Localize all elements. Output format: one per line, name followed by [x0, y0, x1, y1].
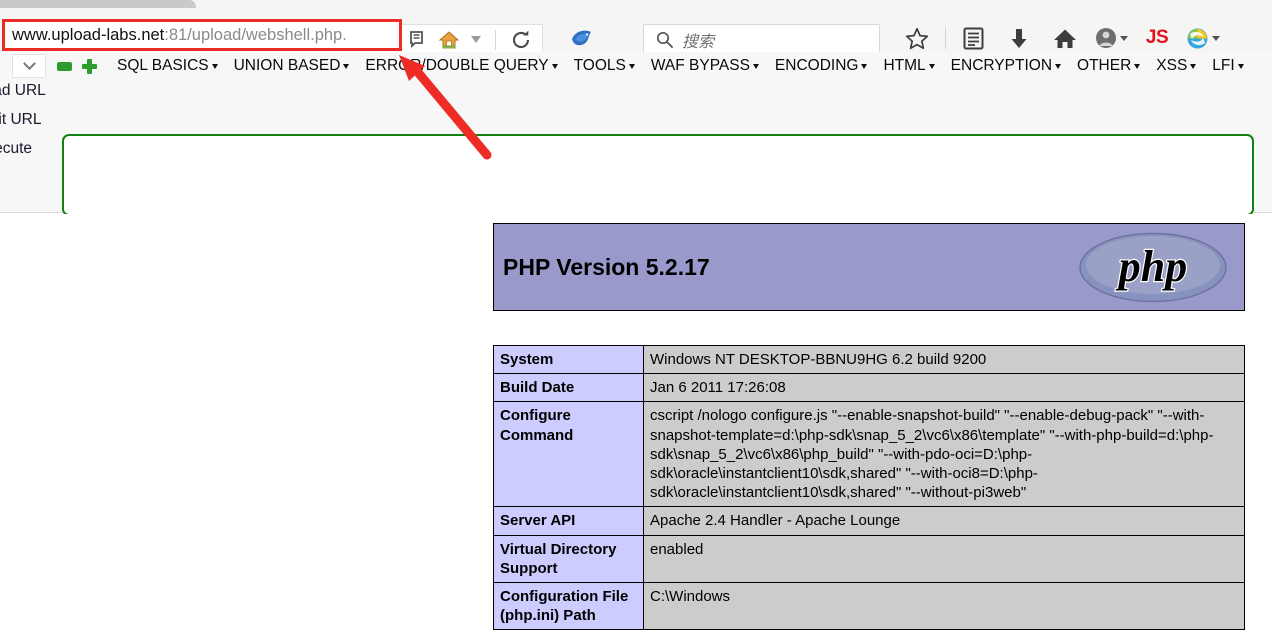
toolbar-divider: [495, 29, 496, 50]
row-value: Windows NT DESKTOP-BBNU9HG 6.2 build 920…: [643, 344, 1245, 375]
row-key: Server API: [493, 506, 644, 536]
chevron-down-icon: [343, 63, 350, 69]
chevron-down-icon: [211, 63, 218, 69]
menu-encryption[interactable]: ENCRYPTION: [943, 57, 1069, 75]
menu-other[interactable]: OTHER: [1069, 57, 1148, 75]
home-bookmark-icon[interactable]: [438, 30, 460, 50]
url-path: :81/upload/webshell.php.: [164, 25, 347, 44]
reader-mode-icon[interactable]: [410, 30, 430, 49]
hackbar-menu-bar: SQL BASICS UNION BASED ERROR/DOUBLE QUER…: [0, 52, 1272, 80]
page-title: PHP Version 5.2.17: [503, 253, 710, 280]
chevron-down-icon: [928, 63, 935, 69]
reload-icon[interactable]: [510, 29, 532, 51]
url-actions-group: [402, 23, 543, 56]
chevron-down-icon: [22, 56, 36, 70]
phpinfo-table: System Windows NT DESKTOP-BBNU9HG 6.2 bu…: [493, 344, 1245, 631]
table-row: Server API Apache 2.4 Handler - Apache L…: [493, 506, 1245, 536]
search-bar[interactable]: 搜索: [643, 23, 880, 56]
menu-tools[interactable]: TOOLS: [566, 57, 643, 75]
collapse-icon[interactable]: [57, 61, 72, 71]
menu-union-based[interactable]: UNION BASED: [226, 57, 358, 75]
table-row: Configure Command cscript /nologo config…: [493, 401, 1245, 508]
phpinfo-container: PHP Version 5.2.17 php System Windows NT…: [493, 223, 1245, 631]
row-key: Virtual Directory Support: [493, 534, 644, 583]
page-content: PHP Version 5.2.17 php System Windows NT…: [0, 214, 1272, 639]
execute-button[interactable]: Execute: [0, 140, 48, 158]
menu-encoding[interactable]: ENCODING: [767, 57, 876, 75]
menu-error-double-query[interactable]: ERROR/DOUBLE QUERY: [357, 57, 565, 75]
hackbar-panel: SQL BASICS UNION BASED ERROR/DOUBLE QUER…: [0, 52, 1272, 261]
menu-xss[interactable]: XSS: [1148, 57, 1204, 75]
toolbar-divider: [944, 27, 946, 49]
table-row: Configuration File (php.ini) Path C:\Win…: [493, 581, 1245, 631]
row-value: enabled: [643, 534, 1245, 583]
menu-html[interactable]: HTML: [875, 57, 942, 75]
hackbar-menu-items: SQL BASICS UNION BASED ERROR/DOUBLE QUER…: [109, 57, 1252, 75]
row-value: Jan 6 2011 17:26:08: [643, 373, 1245, 403]
browser-tab[interactable]: [0, 0, 196, 8]
chevron-down-icon: [551, 63, 558, 69]
row-value: cscript /nologo configure.js "--enable-s…: [643, 401, 1245, 508]
chevron-down-icon[interactable]: [468, 36, 481, 43]
browser-window: www.upload-labs.net:81/upload/webshell.p…: [0, 0, 1272, 639]
search-icon: [656, 31, 673, 48]
chevron-down-icon: [861, 63, 868, 69]
address-bar[interactable]: www.upload-labs.net:81/upload/webshell.p…: [2, 19, 402, 51]
chevron-down-icon: [1190, 63, 1197, 69]
phpinfo-header: PHP Version 5.2.17 php: [493, 223, 1245, 311]
navigation-toolbar: www.upload-labs.net:81/upload/webshell.p…: [0, 8, 1272, 56]
php-logo-icon: php: [1078, 231, 1228, 304]
hackbar-expander-button[interactable]: [12, 54, 46, 78]
row-key: Build Date: [493, 373, 644, 403]
row-key: System: [493, 344, 644, 375]
row-value: Apache 2.4 Handler - Apache Lounge: [643, 506, 1245, 536]
svg-text:php: php: [1115, 242, 1187, 291]
chevron-down-icon: [1134, 63, 1141, 69]
chevron-down-icon: [628, 63, 635, 69]
menu-waf-bypass[interactable]: WAF BYPASS: [643, 57, 767, 75]
table-row: Virtual Directory Support enabled: [493, 534, 1245, 583]
table-row: System Windows NT DESKTOP-BBNU9HG 6.2 bu…: [493, 344, 1245, 375]
table-row: Build Date Jan 6 2011 17:26:08: [493, 373, 1245, 403]
row-value: C:\Windows: [643, 581, 1245, 631]
row-key: Configuration File (php.ini) Path: [493, 581, 644, 631]
menu-lfi[interactable]: LFI: [1204, 57, 1251, 75]
request-textarea[interactable]: [62, 134, 1254, 216]
chevron-down-icon: [752, 63, 759, 69]
chevron-down-icon: [1237, 63, 1244, 69]
chevron-down-icon[interactable]: [1119, 35, 1128, 41]
chevron-down-icon[interactable]: [1212, 35, 1220, 41]
url-text: www.upload-labs.net:81/upload/webshell.p…: [12, 26, 347, 45]
split-url-button[interactable]: Split URL: [0, 111, 48, 129]
tab-strip: [0, 0, 1272, 8]
url-host: www.upload-labs.net: [12, 25, 165, 44]
load-url-button[interactable]: Load URL: [0, 82, 48, 100]
row-key: Configure Command: [493, 401, 644, 508]
bird-extension-icon[interactable]: [565, 27, 599, 49]
search-placeholder: 搜索: [682, 33, 715, 51]
expand-icon[interactable]: [82, 58, 97, 74]
hackbar-action-buttons: Load URL Split URL Execute: [0, 82, 48, 158]
menu-sql-basics[interactable]: SQL BASICS: [109, 57, 226, 75]
chevron-down-icon: [1055, 63, 1062, 69]
